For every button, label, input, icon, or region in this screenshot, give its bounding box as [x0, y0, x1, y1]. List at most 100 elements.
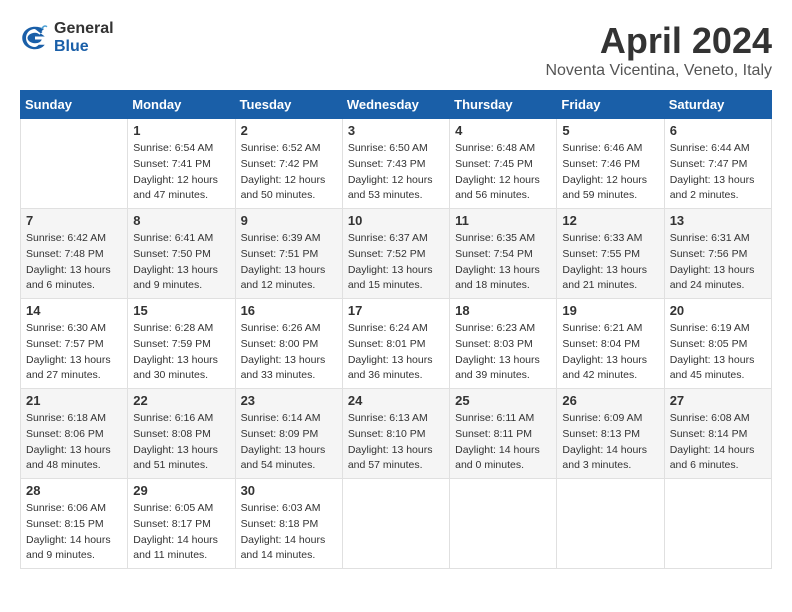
day-info: Sunrise: 6:50 AMSunset: 7:43 PMDaylight:…	[348, 141, 444, 204]
calendar-cell	[664, 479, 771, 569]
weekday-header: Wednesday	[342, 91, 449, 119]
logo-icon	[20, 23, 50, 53]
day-number: 24	[348, 393, 444, 408]
day-number: 2	[241, 123, 337, 138]
calendar-cell: 23 Sunrise: 6:14 AMSunset: 8:09 PMDayligh…	[235, 389, 342, 479]
calendar-cell: 11Sunrise: 6:35 AMSunset: 7:54 PMDayligh…	[450, 209, 557, 299]
calendar-table: SundayMondayTuesdayWednesdayThursdayFrid…	[20, 90, 772, 569]
weekday-header: Tuesday	[235, 91, 342, 119]
day-info: Sunrise: 6:28 AMSunset: 7:59 PMDaylight:…	[133, 321, 229, 384]
day-number: 22	[133, 393, 229, 408]
calendar-week-row: 7Sunrise: 6:42 AMSunset: 7:48 PMDaylight…	[21, 209, 772, 299]
day-info: Sunrise: 6:16 AMSunset: 8:08 PMDaylight:…	[133, 411, 229, 474]
day-info: Sunrise: 6:03 AMSunset: 8:18 PMDaylight:…	[241, 501, 337, 564]
day-info: Sunrise: 6:23 AMSunset: 8:03 PMDaylight:…	[455, 321, 551, 384]
calendar-header-row: SundayMondayTuesdayWednesdayThursdayFrid…	[21, 91, 772, 119]
day-info: Sunrise: 6:52 AMSunset: 7:42 PMDaylight:…	[241, 141, 337, 204]
calendar-cell: 1Sunrise: 6:54 AMSunset: 7:41 PMDaylight…	[128, 119, 235, 209]
calendar-cell	[21, 119, 128, 209]
logo: General Blue	[20, 20, 114, 55]
day-info: Sunrise: 6:06 AMSunset: 8:15 PMDaylight:…	[26, 501, 122, 564]
calendar-cell: 4 Sunrise: 6:48 AMSunset: 7:45 PMDaylight…	[450, 119, 557, 209]
day-number: 15	[133, 303, 229, 318]
calendar-cell: 7Sunrise: 6:42 AMSunset: 7:48 PMDaylight…	[21, 209, 128, 299]
day-number: 10	[348, 213, 444, 228]
calendar-cell: 17 Sunrise: 6:24 AMSunset: 8:01 PMDayligh…	[342, 299, 449, 389]
calendar-cell: 13 Sunrise: 6:31 AMSunset: 7:56 PMDayligh…	[664, 209, 771, 299]
day-info: Sunrise: 6:19 AMSunset: 8:05 PMDaylight:…	[670, 321, 766, 384]
day-number: 18	[455, 303, 551, 318]
day-info: Sunrise: 6:24 AMSunset: 8:01 PMDaylight:…	[348, 321, 444, 384]
day-number: 4	[455, 123, 551, 138]
day-info: Sunrise: 6:05 AMSunset: 8:17 PMDaylight:…	[133, 501, 229, 564]
calendar-cell: 3 Sunrise: 6:50 AMSunset: 7:43 PMDaylight…	[342, 119, 449, 209]
day-info: Sunrise: 6:08 AMSunset: 8:14 PMDaylight:…	[670, 411, 766, 474]
day-number: 11	[455, 213, 551, 228]
day-info: Sunrise: 6:09 AMSunset: 8:13 PMDaylight:…	[562, 411, 658, 474]
day-number: 25	[455, 393, 551, 408]
calendar-cell: 24 Sunrise: 6:13 AMSunset: 8:10 PMDayligh…	[342, 389, 449, 479]
calendar-cell: 10 Sunrise: 6:37 AMSunset: 7:52 PMDayligh…	[342, 209, 449, 299]
calendar-cell: 15 Sunrise: 6:28 AMSunset: 7:59 PMDayligh…	[128, 299, 235, 389]
day-number: 21	[26, 393, 122, 408]
day-number: 20	[670, 303, 766, 318]
day-info: Sunrise: 6:37 AMSunset: 7:52 PMDaylight:…	[348, 231, 444, 294]
day-info: Sunrise: 6:21 AMSunset: 8:04 PMDaylight:…	[562, 321, 658, 384]
calendar-cell: 30Sunrise: 6:03 AMSunset: 8:18 PMDayligh…	[235, 479, 342, 569]
day-info: Sunrise: 6:26 AMSunset: 8:00 PMDaylight:…	[241, 321, 337, 384]
calendar-week-row: 14 Sunrise: 6:30 AMSunset: 7:57 PMDayligh…	[21, 299, 772, 389]
day-number: 9	[241, 213, 337, 228]
calendar-week-row: 21Sunrise: 6:18 AMSunset: 8:06 PMDayligh…	[21, 389, 772, 479]
calendar-cell: 6 Sunrise: 6:44 AMSunset: 7:47 PMDaylight…	[664, 119, 771, 209]
day-info: Sunrise: 6:33 AMSunset: 7:55 PMDaylight:…	[562, 231, 658, 294]
day-info: Sunrise: 6:39 AMSunset: 7:51 PMDaylight:…	[241, 231, 337, 294]
day-info: Sunrise: 6:46 AMSunset: 7:46 PMDaylight:…	[562, 141, 658, 204]
day-info: Sunrise: 6:42 AMSunset: 7:48 PMDaylight:…	[26, 231, 122, 294]
month-title: April 2024	[545, 20, 772, 62]
calendar-cell: 26Sunrise: 6:09 AMSunset: 8:13 PMDayligh…	[557, 389, 664, 479]
weekday-header: Monday	[128, 91, 235, 119]
calendar-cell: 9 Sunrise: 6:39 AMSunset: 7:51 PMDaylight…	[235, 209, 342, 299]
weekday-header: Thursday	[450, 91, 557, 119]
day-info: Sunrise: 6:31 AMSunset: 7:56 PMDaylight:…	[670, 231, 766, 294]
day-number: 5	[562, 123, 658, 138]
logo-general: General	[54, 20, 114, 38]
calendar-cell: 21Sunrise: 6:18 AMSunset: 8:06 PMDayligh…	[21, 389, 128, 479]
calendar-cell: 28Sunrise: 6:06 AMSunset: 8:15 PMDayligh…	[21, 479, 128, 569]
calendar-cell: 8Sunrise: 6:41 AMSunset: 7:50 PMDaylight…	[128, 209, 235, 299]
location: Noventa Vicentina, Veneto, Italy	[545, 62, 772, 80]
calendar-cell: 22 Sunrise: 6:16 AMSunset: 8:08 PMDayligh…	[128, 389, 235, 479]
day-number: 6	[670, 123, 766, 138]
day-number: 8	[133, 213, 229, 228]
day-number: 16	[241, 303, 337, 318]
calendar-week-row: 1Sunrise: 6:54 AMSunset: 7:41 PMDaylight…	[21, 119, 772, 209]
day-info: Sunrise: 6:30 AMSunset: 7:57 PMDaylight:…	[26, 321, 122, 384]
day-info: Sunrise: 6:11 AMSunset: 8:11 PMDaylight:…	[455, 411, 551, 474]
day-number: 13	[670, 213, 766, 228]
logo-text: General Blue	[54, 20, 114, 55]
day-info: Sunrise: 6:44 AMSunset: 7:47 PMDaylight:…	[670, 141, 766, 204]
day-number: 23	[241, 393, 337, 408]
calendar-cell: 12 Sunrise: 6:33 AMSunset: 7:55 PMDayligh…	[557, 209, 664, 299]
day-info: Sunrise: 6:48 AMSunset: 7:45 PMDaylight:…	[455, 141, 551, 204]
day-number: 29	[133, 483, 229, 498]
calendar-cell	[557, 479, 664, 569]
weekday-header: Sunday	[21, 91, 128, 119]
page-header: General Blue April 2024 Noventa Vicentin…	[20, 20, 772, 80]
day-number: 1	[133, 123, 229, 138]
calendar-cell: 18 Sunrise: 6:23 AMSunset: 8:03 PMDayligh…	[450, 299, 557, 389]
day-info: Sunrise: 6:13 AMSunset: 8:10 PMDaylight:…	[348, 411, 444, 474]
day-number: 17	[348, 303, 444, 318]
calendar-cell: 20 Sunrise: 6:19 AMSunset: 8:05 PMDayligh…	[664, 299, 771, 389]
calendar-cell: 2 Sunrise: 6:52 AMSunset: 7:42 PMDaylight…	[235, 119, 342, 209]
calendar-cell: 29 Sunrise: 6:05 AMSunset: 8:17 PMDayligh…	[128, 479, 235, 569]
day-number: 14	[26, 303, 122, 318]
calendar-cell: 27 Sunrise: 6:08 AMSunset: 8:14 PMDayligh…	[664, 389, 771, 479]
title-block: April 2024 Noventa Vicentina, Veneto, It…	[545, 20, 772, 80]
calendar-cell: 14 Sunrise: 6:30 AMSunset: 7:57 PMDayligh…	[21, 299, 128, 389]
calendar-cell	[342, 479, 449, 569]
day-number: 12	[562, 213, 658, 228]
day-number: 3	[348, 123, 444, 138]
day-info: Sunrise: 6:14 AMSunset: 8:09 PMDaylight:…	[241, 411, 337, 474]
day-number: 27	[670, 393, 766, 408]
